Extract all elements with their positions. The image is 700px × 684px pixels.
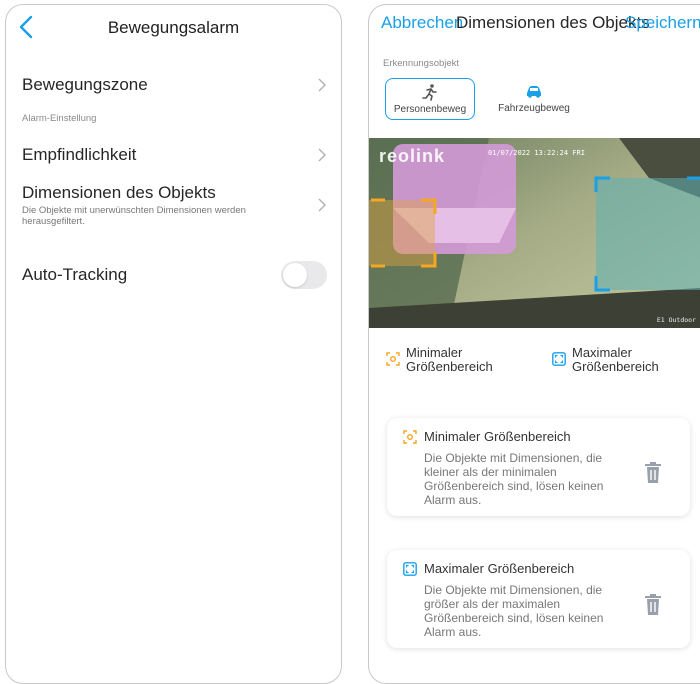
setting-label: Auto-Tracking [22, 265, 128, 284]
setting-label: Empfindlichkeit [22, 145, 137, 164]
object-vehicle-button[interactable]: Fahrzeugbeweg [487, 78, 581, 120]
card-title: Maximaler Größenbereich [424, 561, 575, 576]
camera-label: E1 Outdoor [656, 316, 696, 324]
auto-tracking-toggle[interactable] [281, 261, 327, 289]
legend-label: Maximaler Größenbereich [572, 345, 659, 374]
camera-preview[interactable]: reolink 01/07/2022 13:22:24 FRI E1 Outdo… [369, 138, 700, 328]
trash-icon[interactable] [644, 462, 662, 484]
header: Bewegungsalarm [6, 5, 341, 49]
object-label: Personenbeweg [393, 104, 467, 115]
person-running-icon [422, 84, 437, 101]
setting-row-auto-tracking: Auto-Tracking [22, 261, 327, 289]
card-description: Die Objekte mit Dimensionen, die größer … [424, 583, 604, 639]
toggle-knob [283, 263, 307, 287]
detection-object-label: Erkennungsobjekt [383, 58, 460, 69]
legend-max: Maximaler Größenbereich [552, 346, 697, 374]
save-button[interactable]: Speichern [625, 13, 700, 33]
camera-brand-watermark: reolink [379, 146, 446, 166]
section-header: Alarm-Einstellung [22, 113, 97, 124]
page-title: Dimensionen des Objekts [456, 13, 650, 32]
object-label: Fahrzeugbeweg [498, 103, 570, 114]
cancel-button[interactable]: Abbrechen [381, 13, 463, 33]
card-description: Die Objekte mit Dimensionen, die kleiner… [424, 451, 604, 507]
trash-icon[interactable] [644, 594, 662, 616]
motion-alarm-screen: Bewegungsalarm Bewegungszone Alarm-Einst… [5, 4, 342, 684]
min-size-icon [403, 430, 417, 444]
setting-row-sensitivity[interactable]: Empfindlichkeit [22, 145, 327, 165]
max-size-icon [552, 352, 566, 366]
chevron-right-icon [318, 78, 326, 92]
setting-row-object-size[interactable]: Dimensionen des Objekts Die Objekte mit … [22, 183, 327, 227]
setting-label: Bewegungszone [22, 75, 148, 94]
object-person-button[interactable]: Personenbeweg [385, 78, 475, 120]
setting-description: Die Objekte mit unerwünschten Dimensione… [22, 205, 246, 227]
max-size-icon [403, 562, 417, 576]
card-title: Minimaler Größenbereich [424, 429, 571, 444]
car-icon [527, 86, 541, 98]
legend-min: Minimaler Größenbereich [386, 346, 546, 374]
camera-timestamp: 01/07/2022 13:22:24 FRI [488, 149, 585, 157]
chevron-right-icon [318, 198, 326, 212]
legend-label: Minimaler Größenbereich [406, 345, 493, 374]
setting-label: Dimensionen des Objekts [22, 183, 216, 202]
info-card-max: Maximaler Größenbereich Die Objekte mit … [387, 550, 690, 648]
chevron-right-icon [318, 148, 326, 162]
info-card-min: Minimaler Größenbereich Die Objekte mit … [387, 418, 690, 516]
min-size-icon [386, 352, 400, 366]
object-size-screen: Abbrechen Dimensionen des Objekts Speich… [368, 4, 700, 684]
setting-row-motion-zone[interactable]: Bewegungszone [22, 75, 327, 95]
header: Abbrechen Dimensionen des Objekts Speich… [369, 5, 700, 41]
page-title: Bewegungsalarm [107, 18, 240, 37]
